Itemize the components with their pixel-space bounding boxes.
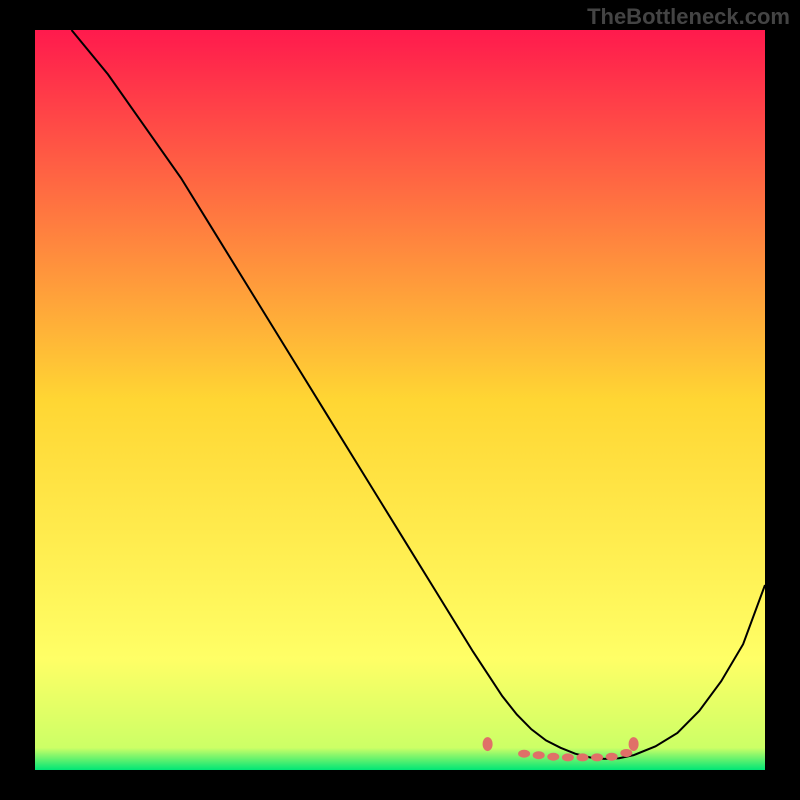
watermark-text: TheBottleneck.com	[587, 4, 790, 30]
valley-marker	[483, 737, 493, 751]
valley-marker	[620, 749, 632, 757]
valley-marker	[591, 753, 603, 761]
valley-marker	[562, 753, 574, 761]
valley-marker	[629, 737, 639, 751]
valley-marker	[518, 750, 530, 758]
chart-plot-area	[35, 30, 765, 770]
chart-container: TheBottleneck.com	[0, 0, 800, 800]
valley-marker	[577, 753, 589, 761]
chart-background	[35, 30, 765, 770]
valley-marker	[606, 753, 618, 761]
valley-marker	[533, 751, 545, 759]
chart-svg	[35, 30, 765, 770]
valley-marker	[547, 753, 559, 761]
